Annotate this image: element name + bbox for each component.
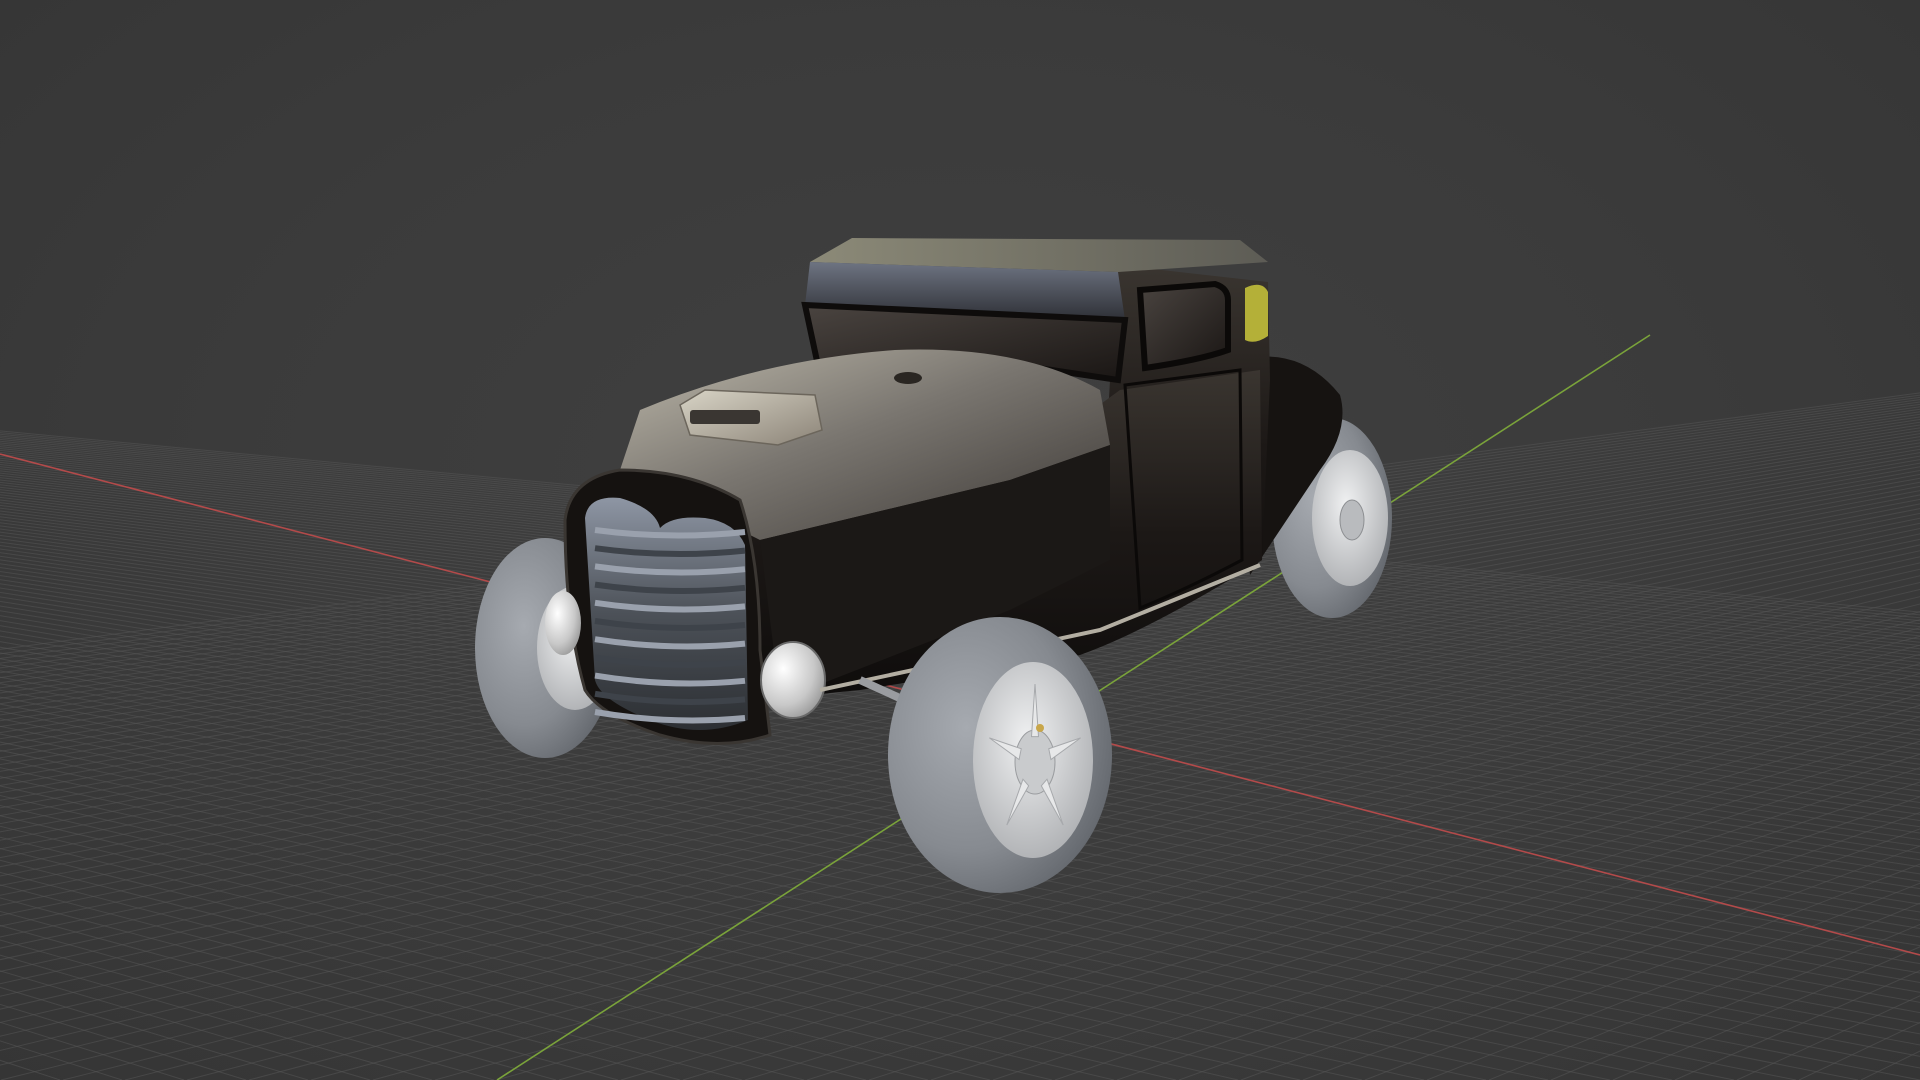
headlight [760, 641, 826, 719]
grid-line [0, 924, 557, 1080]
grid-line [1736, 995, 1920, 1080]
front-right-wheel [888, 617, 1112, 893]
grid-line [1488, 902, 1920, 1080]
scoop-opening [690, 410, 760, 424]
fuel-cap [894, 372, 922, 384]
side-window [1136, 280, 1231, 372]
left-headlight [545, 591, 581, 655]
3d-viewport[interactable] [0, 0, 1920, 1080]
rear-window [1245, 284, 1268, 342]
hot-rod-model[interactable] [475, 238, 1392, 893]
grid-line [1178, 811, 1920, 1080]
